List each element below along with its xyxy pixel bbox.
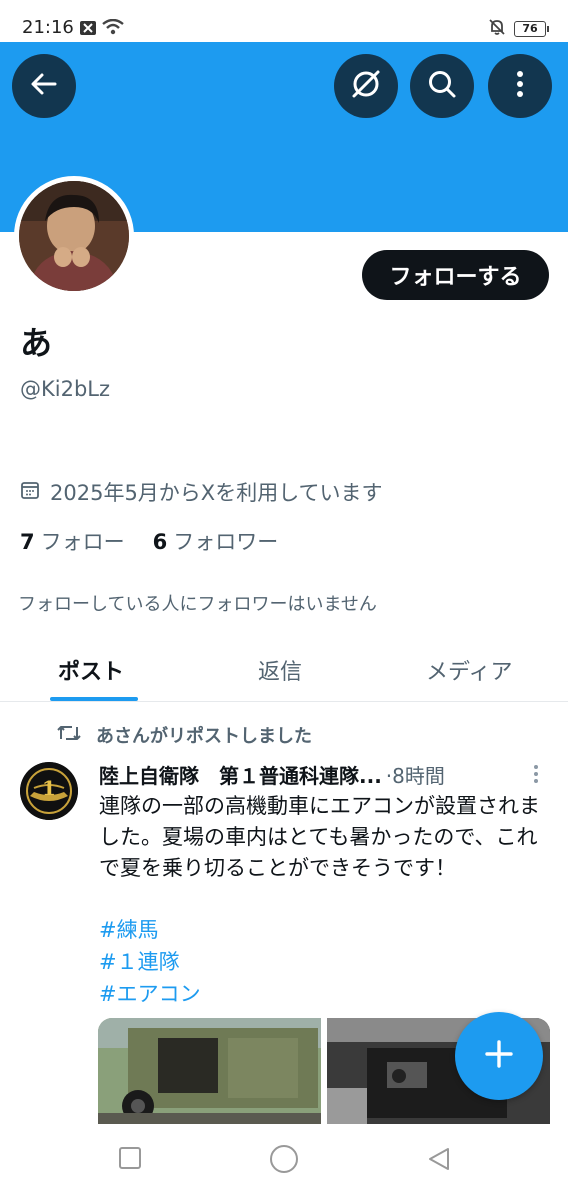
tab-posts[interactable]: ポスト bbox=[58, 654, 124, 686]
display-name: あ bbox=[20, 324, 53, 362]
follow-button[interactable]: フォローする bbox=[362, 250, 549, 300]
arrow-left-icon bbox=[29, 69, 59, 103]
recents-square-icon[interactable] bbox=[118, 1146, 142, 1174]
grok-button[interactable] bbox=[334, 54, 398, 118]
joined-text: 2025年5月からXを利用しています bbox=[50, 481, 383, 505]
more-vertical-icon bbox=[515, 69, 525, 103]
post-more-button[interactable] bbox=[530, 764, 542, 784]
back-triangle-icon[interactable] bbox=[426, 1146, 452, 1176]
post-header: 陸上自衛隊 第１普通科連隊... ·8時間 bbox=[99, 760, 539, 789]
back-button[interactable] bbox=[12, 54, 76, 118]
hashtag-link[interactable]: #１連隊 bbox=[99, 946, 201, 978]
active-tab-indicator bbox=[50, 697, 138, 701]
grok-icon bbox=[349, 67, 383, 105]
system-nav-bar bbox=[0, 1124, 568, 1199]
compose-post-button[interactable] bbox=[455, 1012, 543, 1100]
home-circle-icon[interactable] bbox=[269, 1144, 299, 1178]
post-body: 連隊の一部の高機動車にエアコンが設置されました。夏場の車内はとても暑かったので、… bbox=[99, 794, 540, 880]
hashtag-link[interactable]: #練馬 bbox=[99, 914, 201, 946]
search-icon bbox=[426, 68, 458, 104]
more-button[interactable] bbox=[488, 54, 552, 118]
followers-label: フォロワー bbox=[173, 530, 279, 554]
post-author-avatar[interactable]: 1 bbox=[20, 762, 78, 820]
more-vertical-icon bbox=[530, 765, 542, 788]
bell-off-icon bbox=[488, 18, 506, 40]
post-time[interactable]: ·8時間 bbox=[386, 760, 445, 789]
repost-text: あさんがリポストしました bbox=[96, 726, 312, 747]
following-count: 7 bbox=[20, 530, 35, 554]
search-button[interactable] bbox=[410, 54, 474, 118]
avatar-photo bbox=[19, 181, 129, 291]
repost-indicator: あさんがリポストしました bbox=[56, 722, 312, 748]
emblem-number: 1 bbox=[42, 776, 56, 800]
tab-media[interactable]: メディア bbox=[426, 654, 512, 686]
wifi-icon bbox=[102, 18, 124, 39]
status-bar: 21:16 76 bbox=[0, 0, 568, 42]
hashtag-link[interactable]: #エアコン bbox=[99, 978, 201, 1010]
post-hashtags: #練馬 #１連隊 #エアコン bbox=[99, 914, 201, 1010]
plus-icon bbox=[483, 1038, 515, 1074]
status-time: 21:16 bbox=[22, 17, 74, 38]
joined-date: 2025年5月からXを利用しています bbox=[20, 477, 383, 507]
repost-icon bbox=[56, 723, 82, 748]
profile-avatar[interactable] bbox=[14, 176, 134, 296]
profile-tabs: ポスト 返信 メディア bbox=[0, 636, 568, 702]
battery-icon: 76 bbox=[514, 21, 549, 37]
post-image[interactable] bbox=[98, 1018, 321, 1124]
calendar-icon bbox=[20, 480, 40, 505]
followers-count: 6 bbox=[152, 530, 168, 554]
user-handle: @Ki2bLz bbox=[20, 377, 111, 401]
following-label: フォロー bbox=[40, 530, 125, 554]
mutual-followers-note: フォローしている人にフォロワーはいません bbox=[18, 594, 377, 615]
follow-counts: 7 フォロー 6 フォロワー bbox=[20, 526, 278, 556]
sim-x-icon bbox=[80, 20, 96, 39]
post-author-name[interactable]: 陸上自衛隊 第１普通科連隊... bbox=[99, 760, 382, 789]
followers-link[interactable]: 6 フォロワー bbox=[153, 526, 279, 556]
tab-replies[interactable]: 返信 bbox=[258, 654, 302, 686]
following-link[interactable]: 7 フォロー bbox=[20, 526, 125, 556]
